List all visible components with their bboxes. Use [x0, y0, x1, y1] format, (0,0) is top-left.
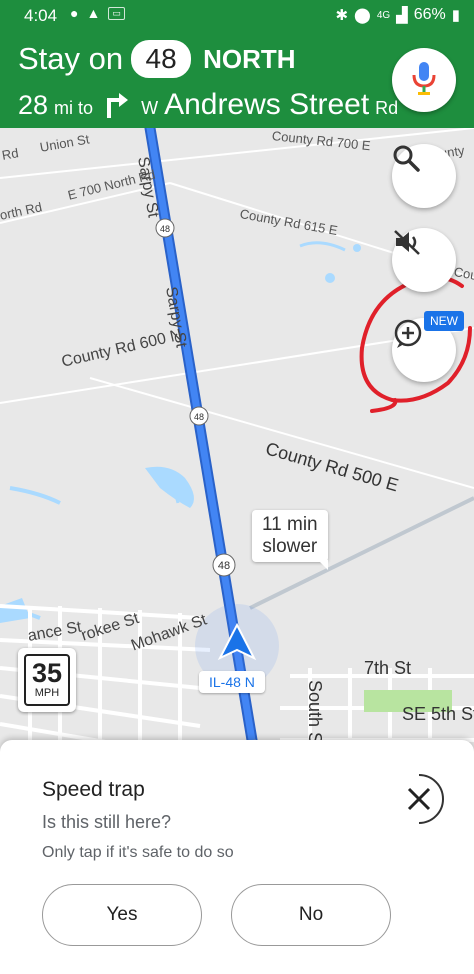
map-label: SE 5th St [402, 704, 474, 724]
signal-icon: ▟ [396, 7, 408, 24]
speed-limit-sign: 35 MPH [18, 648, 76, 712]
network-type: 4G [376, 9, 391, 21]
battery-percent: 66% [413, 6, 446, 23]
traffic-delay-callout[interactable]: 11 min slower [252, 510, 328, 570]
search-button[interactable] [392, 144, 456, 208]
route-direction: NORTH [203, 43, 296, 74]
street-prefix: W [141, 98, 159, 118]
speed-trap-sheet: Speed trap Is this still here? Only tap … [0, 740, 474, 974]
sheet-question: Is this still here? [42, 812, 172, 832]
street-suffix: Rd [375, 98, 399, 118]
status-bar: 4:04 ● ▲ ▭ ✱ ⬤ 4G ▟ 66% ▮ [0, 0, 474, 30]
map-label: Rd [0, 145, 20, 163]
navigation-icon: ▲ [86, 5, 101, 21]
yes-button[interactable]: Yes [42, 884, 202, 946]
distance-unit: mi to [54, 98, 94, 118]
traffic-delay-time: 11 min [262, 514, 318, 535]
turn-right-arrow-icon [105, 92, 129, 118]
instruction-text: Stay on [18, 41, 124, 76]
no-button[interactable]: No [231, 884, 391, 946]
route-shield: 48 [131, 40, 192, 78]
voice-search-button[interactable] [392, 48, 456, 112]
microphone-icon [411, 60, 437, 101]
traffic-delay-text: slower [262, 536, 318, 557]
close-icon [407, 774, 445, 824]
status-time: 4:04 [24, 6, 58, 25]
road [89, 377, 474, 489]
sheet-hint: Only tap if it's safe to do so [42, 844, 234, 861]
pay-icon: ▭ [108, 6, 125, 20]
mute-button[interactable] [392, 228, 456, 292]
distance-value: 28 [18, 90, 49, 120]
new-badge: NEW [424, 311, 464, 331]
speed-limit-value: 35 [31, 658, 63, 688]
spotify-icon: ● [70, 5, 79, 21]
water-body [353, 244, 361, 252]
water-body [325, 273, 335, 283]
route-marker-text: 48 [194, 412, 204, 422]
water-stream [299, 241, 346, 252]
sheet-title: Speed trap [42, 778, 145, 801]
navigation-header[interactable]: Stay on 48 NORTH 28 mi to W Andrews Stre… [0, 30, 474, 128]
route-marker-text: 48 [160, 224, 170, 234]
close-button[interactable] [392, 772, 446, 826]
location-icon: ⬤ [354, 7, 371, 24]
battery-icon: ▮ [451, 7, 460, 24]
current-road-label: IL-48 N [199, 671, 265, 693]
map-label: 7th St [364, 658, 412, 678]
route-marker-text: 48 [218, 560, 230, 572]
map-label: South S [305, 680, 325, 745]
water-body [0, 598, 30, 623]
water-stream [9, 486, 61, 505]
street-name: Andrews Street [164, 88, 370, 121]
bluetooth-icon: ✱ [335, 7, 349, 24]
